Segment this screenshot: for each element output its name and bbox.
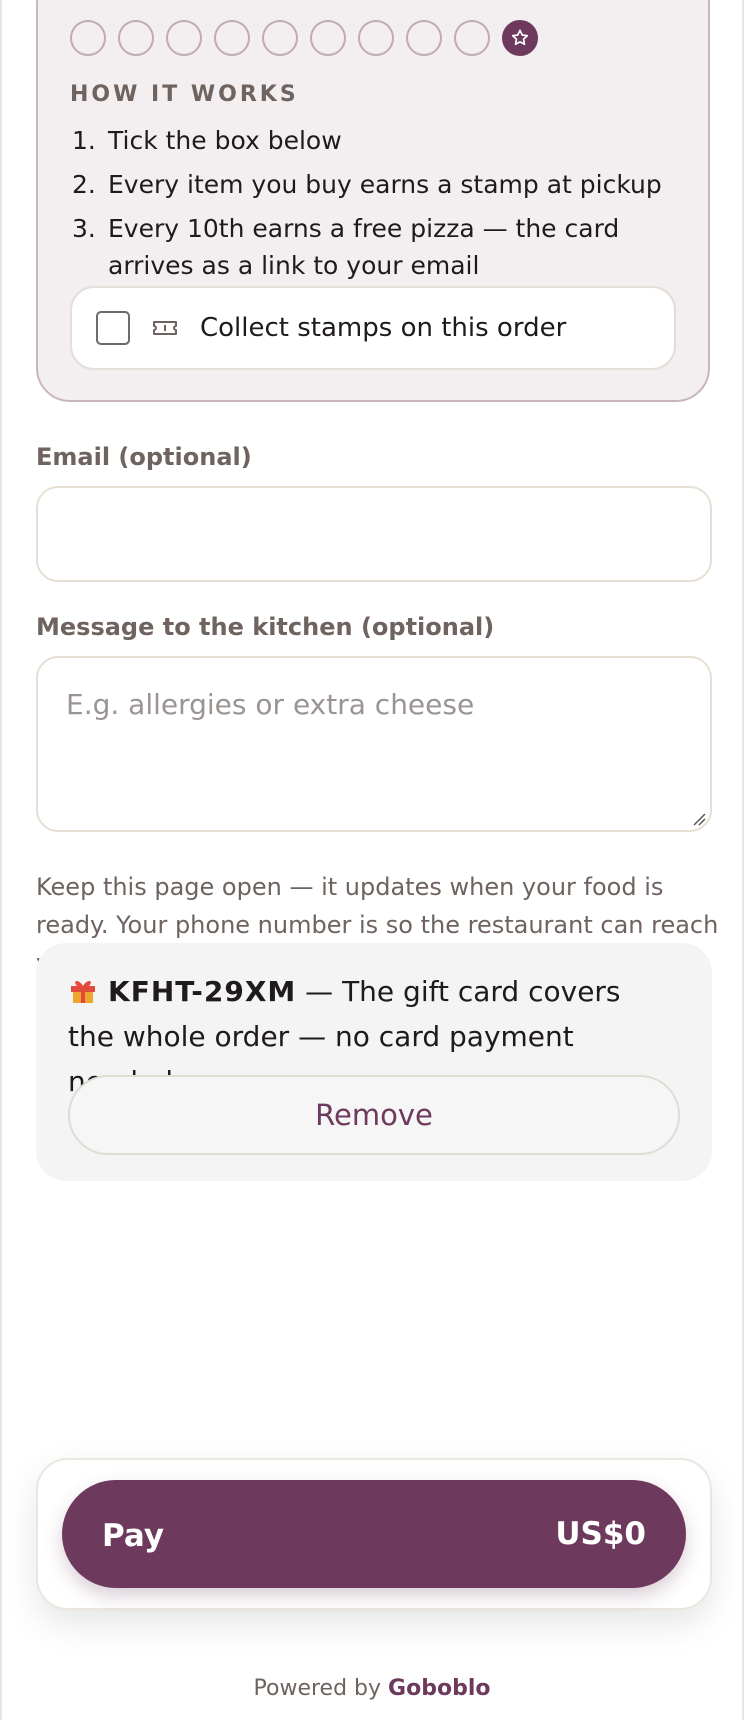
stamp-card: HOW IT WORKS 1. Tick the box below 2. Ev…	[36, 0, 710, 402]
pay-button[interactable]: Pay US$0	[62, 1480, 686, 1588]
step-item: 1. Tick the box below	[72, 122, 672, 159]
message-label: Message to the kitchen (optional)	[36, 613, 495, 641]
powered-by-footer: Powered by Goboblo	[2, 1676, 742, 1701]
remove-gift-card-button[interactable]: Remove	[68, 1075, 680, 1155]
stamp-slot	[406, 20, 442, 56]
collect-stamps-checkbox[interactable]	[96, 311, 130, 345]
pay-label: Pay	[102, 1518, 165, 1554]
gift-card-code: KFHT-29XM	[108, 975, 297, 1008]
collect-stamps-option[interactable]: Collect stamps on this order	[70, 286, 676, 370]
kitchen-message-field[interactable]	[36, 656, 712, 832]
step-number: 3.	[72, 214, 96, 243]
stamp-slot	[358, 20, 394, 56]
pay-amount: US$0	[555, 1516, 646, 1552]
resize-handle[interactable]	[692, 812, 706, 826]
stamp-slot	[118, 20, 154, 56]
step-item: 2. Every item you buy earns a stamp at p…	[72, 166, 672, 203]
pay-panel: Pay US$0	[36, 1458, 712, 1610]
stamp-slot	[70, 20, 106, 56]
powered-by-text: Powered by	[253, 1676, 389, 1701]
gift-card-panel: KFHT-29XM — The gift card covers the who…	[36, 943, 712, 1181]
brand-link[interactable]: Goboblo	[388, 1676, 490, 1701]
how-it-works-title: HOW IT WORKS	[70, 82, 299, 107]
email-label: Email (optional)	[36, 443, 252, 471]
collect-stamps-label: Collect stamps on this order	[200, 313, 567, 343]
stamp-slot	[310, 20, 346, 56]
ticket-icon	[152, 318, 178, 338]
step-number: 1.	[72, 126, 96, 155]
stamp-slot	[262, 20, 298, 56]
step-text: Every item you buy earns a stamp at pick…	[108, 170, 662, 199]
stamp-slot	[166, 20, 202, 56]
stamp-row	[70, 20, 538, 56]
step-item: 3. Every 10th earns a free pizza — the c…	[72, 210, 672, 284]
gift-icon	[71, 981, 95, 1003]
stamp-slot	[214, 20, 250, 56]
email-field[interactable]	[36, 486, 712, 582]
checkout-page: HOW IT WORKS 1. Tick the box below 2. Ev…	[2, 0, 742, 1720]
star-icon	[511, 29, 529, 46]
stamp-slot	[454, 20, 490, 56]
step-number: 2.	[72, 170, 96, 199]
how-it-works-steps: 1. Tick the box below 2. Every item you …	[72, 122, 672, 291]
step-text: Every 10th earns a free pizza — the card…	[108, 214, 620, 280]
reward-stamp	[502, 20, 538, 56]
step-text: Tick the box below	[108, 126, 342, 155]
